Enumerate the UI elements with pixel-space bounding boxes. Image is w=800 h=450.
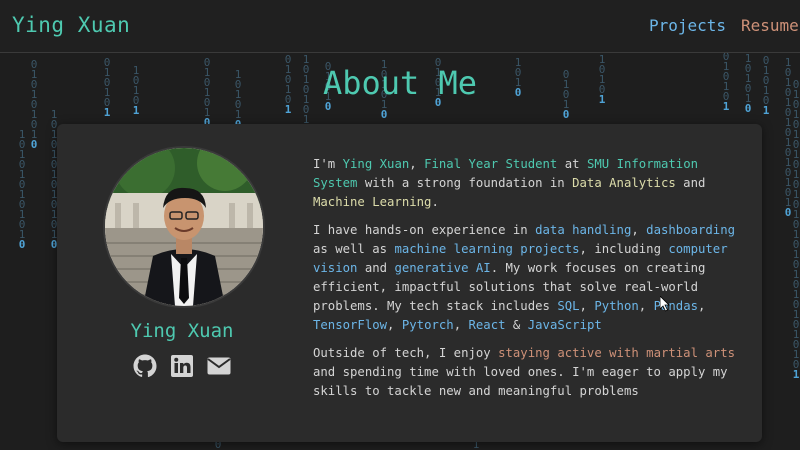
page-title: About Me	[322, 64, 478, 102]
bio-text-segment: as well as	[313, 242, 395, 256]
bio-text-segment: &	[505, 318, 528, 332]
bio-highlight: Machine Learning	[313, 195, 432, 209]
bio-text-segment: Outside of tech, I enjoy	[313, 346, 499, 360]
profile-photo	[105, 148, 263, 306]
bio-text-segment: and	[675, 176, 706, 190]
github-link[interactable]	[133, 354, 157, 378]
about-card: Ying Xuan I'm Ying Xuan, Final Year Stud…	[57, 124, 762, 442]
bio-text-segment: with a strong foundation in	[357, 176, 573, 190]
bio-text-segment: I'm	[313, 157, 343, 171]
bio-highlight: Ying Xuan	[342, 157, 410, 171]
mouse-cursor-icon	[660, 296, 670, 312]
bio-highlight: dashboarding	[646, 223, 736, 237]
bio-highlight: SQL	[557, 299, 580, 313]
site-brand[interactable]: Ying Xuan	[12, 13, 130, 37]
bio-text-segment: ,	[638, 299, 654, 313]
bio-highlight: generative AI	[394, 261, 491, 275]
bio-text-segment: and spending time with loved ones. I'm e…	[313, 365, 728, 398]
bio-highlight: machine learning projects	[394, 242, 580, 256]
bio-text-segment: ,	[387, 318, 402, 332]
bio-text-segment: .	[431, 195, 439, 209]
bio-highlight: Data Analytics	[572, 176, 676, 190]
navbar: Ying Xuan Projects Resume	[0, 0, 800, 53]
github-icon	[133, 354, 157, 378]
bio-text-segment: ,	[631, 223, 647, 237]
linkedin-icon	[171, 355, 193, 377]
bio-text-segment: at	[557, 157, 587, 171]
bio-text-segment: ,	[453, 318, 469, 332]
bio-text-segment: and	[357, 261, 395, 275]
bio-paragraph-2: I have hands-on experience in data handl…	[313, 221, 745, 335]
bio-highlight: data handling	[535, 223, 632, 237]
bio-highlight: Python	[594, 299, 639, 313]
bio-text-segment: ,	[698, 299, 706, 313]
bio-text-segment: ,	[409, 157, 425, 171]
bio-highlight: TensorFlow	[313, 318, 388, 332]
bio-highlight: staying active with martial arts	[498, 346, 736, 360]
bio-paragraph-1: I'm Ying Xuan, Final Year Student at SMU…	[313, 155, 745, 212]
nav-link-projects[interactable]: Projects	[649, 16, 726, 35]
email-link[interactable]	[207, 354, 231, 378]
avatar	[103, 146, 265, 308]
bio-highlight: Final Year Student	[424, 157, 558, 171]
bio-highlight: Pytorch	[401, 318, 454, 332]
bio-text-segment: I have hands-on experience in	[313, 223, 536, 237]
bio-text-segment: ,	[579, 299, 595, 313]
bio-text: I'm Ying Xuan, Final Year Student at SMU…	[313, 155, 745, 410]
social-links	[133, 354, 233, 380]
profile-name: Ying Xuan	[130, 320, 234, 342]
bio-highlight: JavaScript	[527, 318, 602, 332]
binary-rain-column: 1 0 1 0 1 0 1 0 1 0 1 0	[18, 128, 26, 251]
binary-rain-column: 0 1 0 1 0 1 0 1 0 1 0 1 0 1 0 1 0 1 0 1 …	[792, 78, 800, 381]
bio-text-segment: , including	[579, 242, 669, 256]
bio-paragraph-3: Outside of tech, I enjoy staying active …	[313, 344, 745, 401]
linkedin-link[interactable]	[170, 354, 194, 378]
email-icon	[207, 357, 231, 375]
bio-highlight: React	[468, 318, 506, 332]
nav-link-resume[interactable]: Resume	[741, 16, 799, 35]
